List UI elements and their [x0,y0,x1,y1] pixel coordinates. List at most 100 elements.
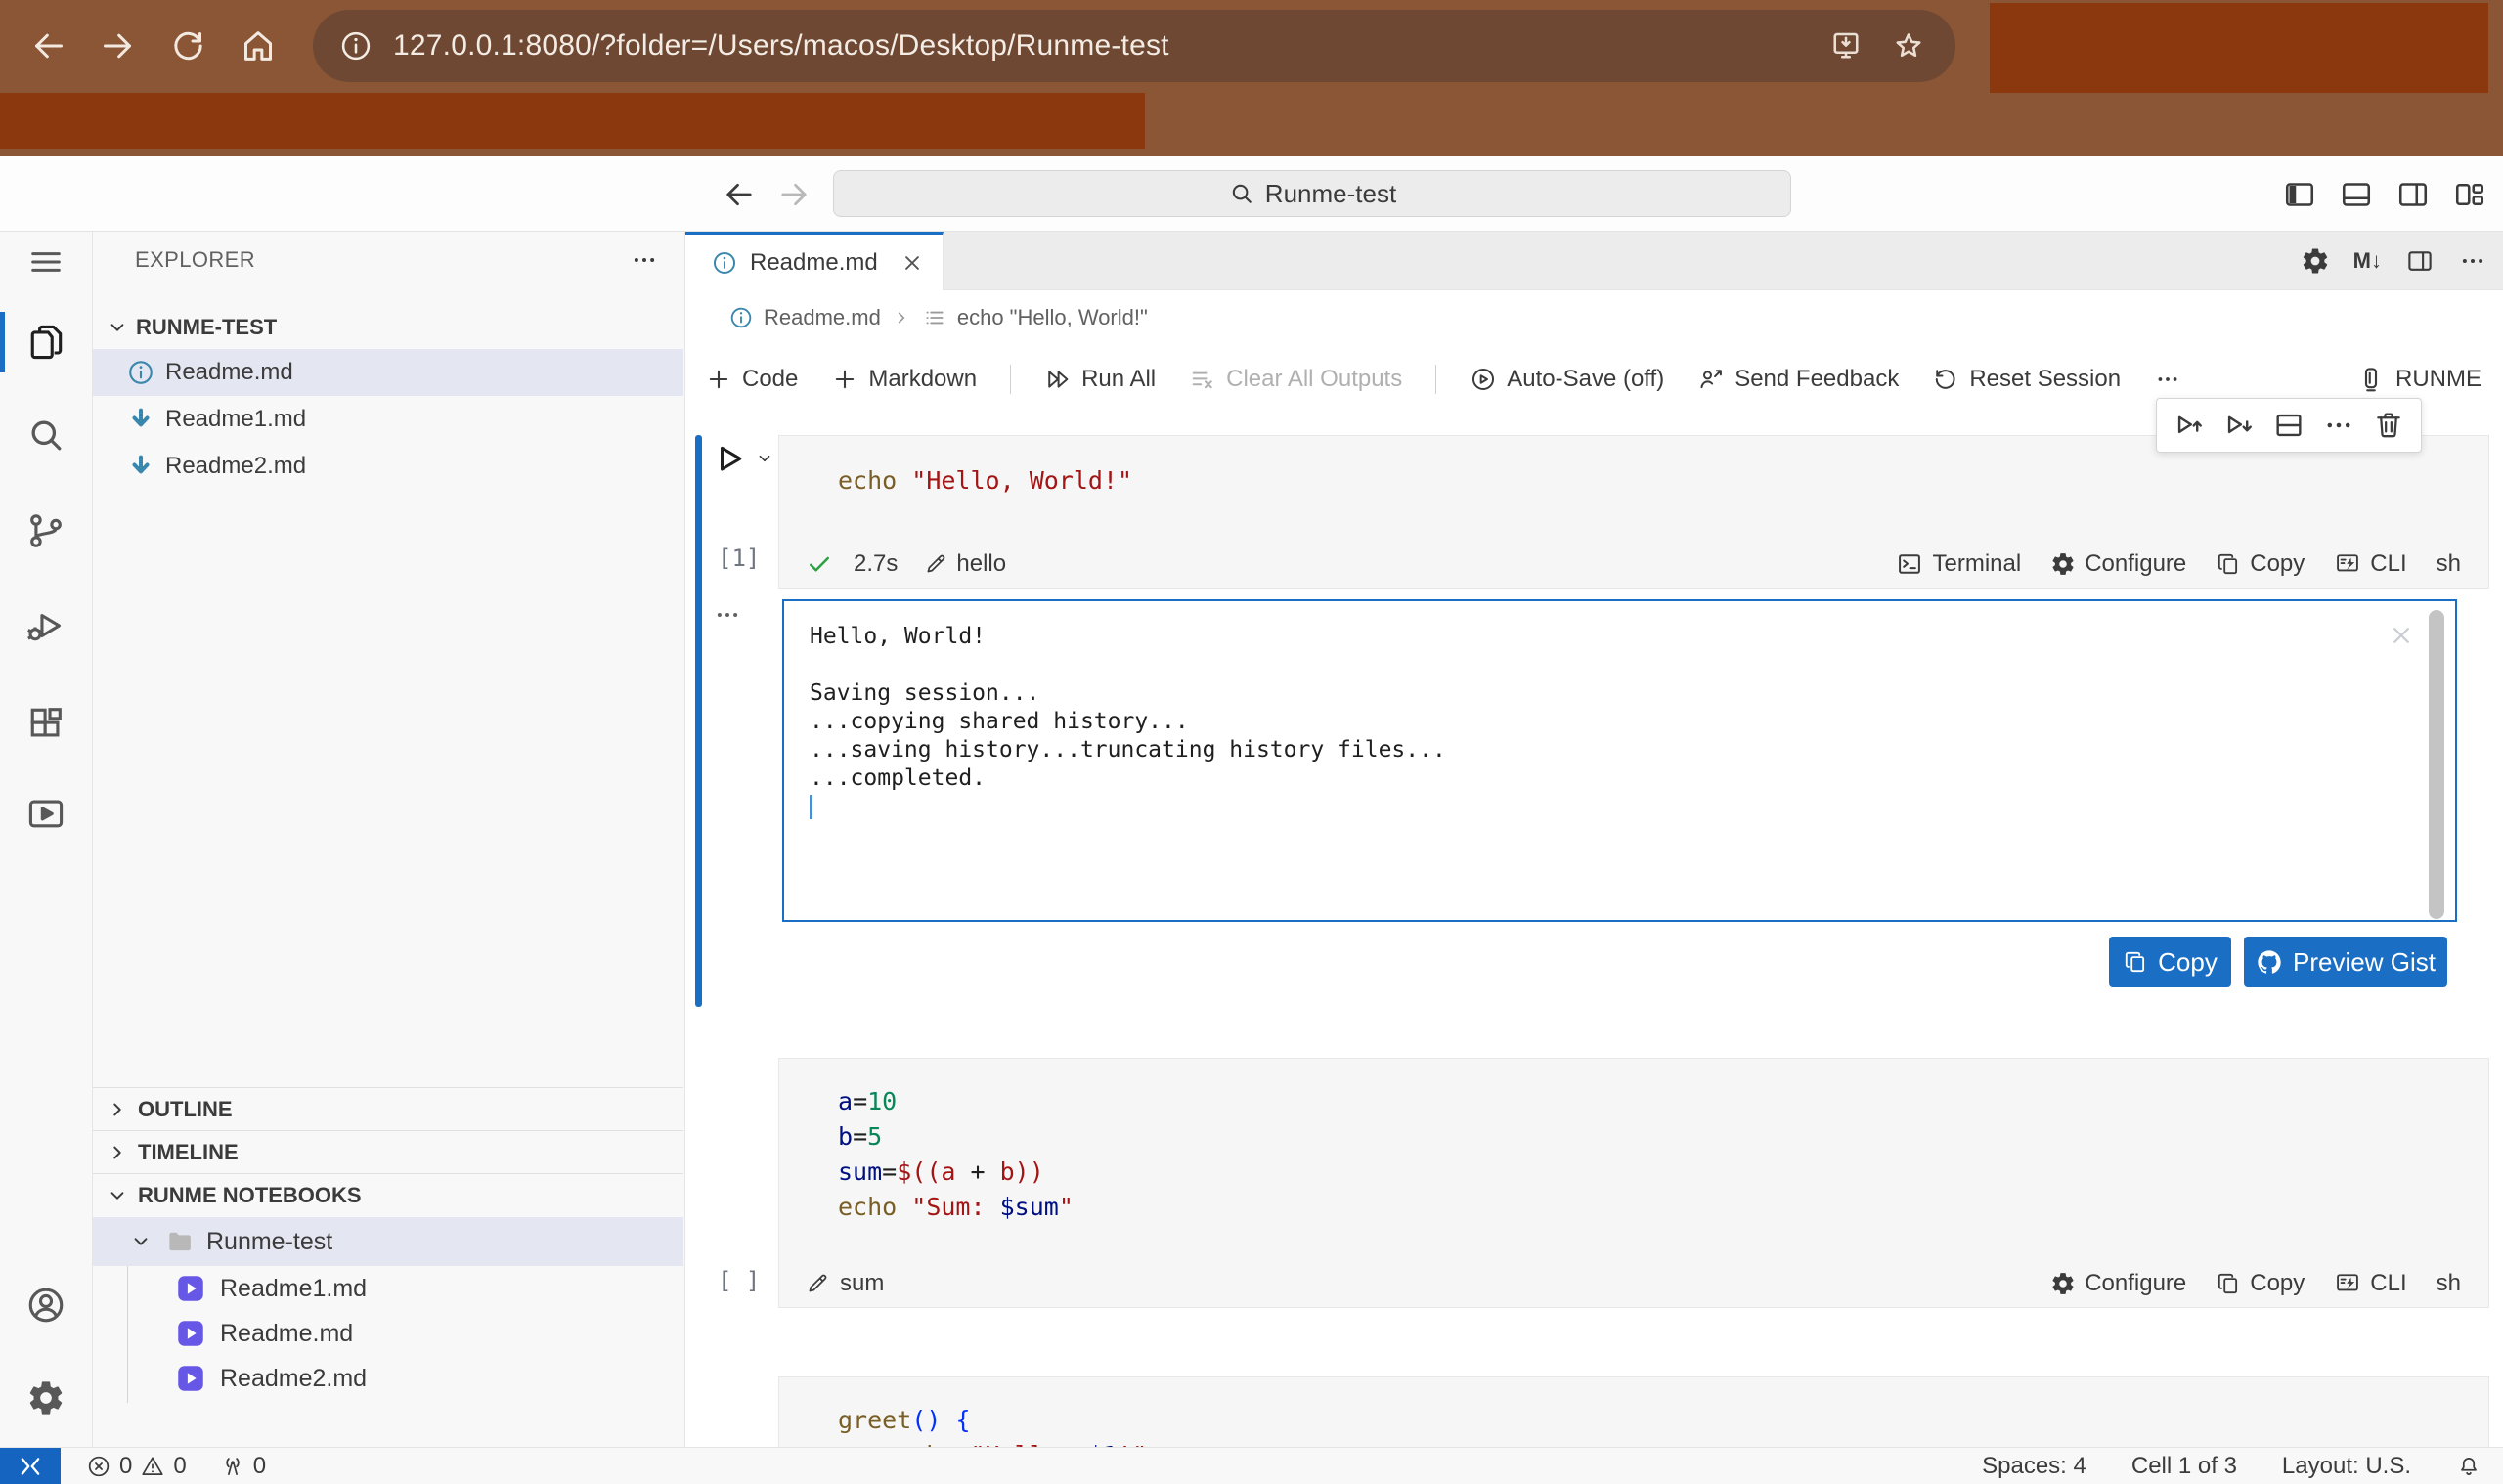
problems-indicator[interactable]: 0 0 [86,1453,187,1480]
search-view-icon[interactable] [0,400,92,470]
cli-action[interactable]: CLI [2334,550,2406,578]
spaces-indicator[interactable]: Spaces: 4 [1982,1453,2086,1480]
settings-gear-icon[interactable] [0,1363,92,1433]
code-line[interactable]: sum=$((a + b)) [838,1155,2488,1190]
add-code-button[interactable]: Code [705,366,798,393]
cli-action[interactable]: CLI [2334,1270,2406,1297]
run-debug-view-icon[interactable] [0,590,92,661]
breadcrumb-cell[interactable]: echo "Hello, World!" [957,305,1148,330]
notebook-item-readme[interactable]: Readme.md [93,1311,683,1356]
titlebar: Runme-test [0,156,2503,232]
preview-gist-button[interactable]: Preview Gist [2244,937,2447,987]
split-editor-icon[interactable] [2405,246,2435,276]
browser-forward-icon[interactable] [98,26,137,65]
bookmark-star-icon[interactable] [1891,28,1926,64]
search-icon [1228,180,1255,207]
run-all-button[interactable]: Run All [1044,366,1156,393]
code-line[interactable]: a=10 [838,1084,2488,1119]
toggle-secondary-sidebar-icon[interactable] [2395,177,2431,212]
pencil-icon[interactable] [805,1271,830,1296]
output-close-icon[interactable] [2387,621,2416,650]
menu-icon[interactable] [0,232,92,292]
timeline-section[interactable]: TIMELINE [93,1130,683,1173]
copy-action[interactable]: Copy [2216,550,2305,578]
explorer-more-actions-icon[interactable] [630,245,659,275]
runme-view-icon[interactable] [0,778,92,849]
code-cell-3[interactable]: greet() { echo "Hello, $1!" [778,1376,2489,1447]
code-cell-1[interactable]: echo "Hello, World!" 2.7s hello Terminal… [778,435,2489,589]
toggle-panel-icon[interactable] [2339,177,2374,212]
auto-save-button[interactable]: Auto-Save (off) [1470,366,1664,393]
execute-below-icon[interactable] [2222,409,2256,442]
ports-indicator[interactable]: 0 [220,1453,266,1480]
url-text[interactable]: 127.0.0.1:8080/?folder=/Users/macos/Desk… [393,29,1169,63]
toolbar-more-actions-icon[interactable] [2154,366,2181,393]
notebook-settings-gear-icon[interactable] [2301,246,2330,276]
source-control-view-icon[interactable] [0,496,92,566]
account-icon[interactable] [0,1270,92,1340]
install-app-icon[interactable] [1828,28,1864,64]
cell-output-terminal[interactable]: Hello, World! Saving session... ...copyi… [782,599,2457,922]
editor-more-actions-icon[interactable] [2458,246,2487,276]
site-info-icon[interactable] [338,28,373,64]
markdown-preview-icon[interactable]: M↓ [2353,248,2382,274]
output-collapse-icon[interactable] [713,600,742,630]
code-cell-2[interactable]: a=10 b=5 sum=$((a + b)) echo "Sum: $sum"… [778,1058,2489,1308]
info-icon [728,305,754,330]
remote-indicator[interactable] [0,1448,61,1484]
output-line: ...copying shared history... [810,708,2455,736]
tab-readme[interactable]: Readme.md [685,232,944,290]
browser-address-bar[interactable]: 127.0.0.1:8080/?folder=/Users/macos/Desk… [313,10,1955,82]
notebook-item-readme2[interactable]: Readme2.md [93,1356,683,1401]
cell-name[interactable]: hello [956,550,1006,578]
send-feedback-button[interactable]: Send Feedback [1697,366,1899,393]
clear-all-outputs-button[interactable]: Clear All Outputs [1189,366,1402,393]
customize-layout-icon[interactable] [2452,177,2487,212]
workspace-root[interactable]: RUNME-TEST [93,308,683,347]
code-line[interactable]: greet() { [838,1403,2488,1438]
notifications-bell-icon[interactable] [2456,1454,2481,1479]
layout-indicator[interactable]: Layout: U.S. [2282,1453,2411,1480]
browser-back-icon[interactable] [29,26,68,65]
tab-close-icon[interactable] [900,250,925,276]
copy-button[interactable]: Copy [2109,937,2231,987]
browser-home-icon[interactable] [239,26,278,65]
configure-action[interactable]: Configure [2050,1270,2186,1297]
reset-session-button[interactable]: Reset Session [1932,366,2121,393]
delete-cell-icon[interactable] [2372,409,2405,442]
file-item-readme2[interactable]: Readme2.md [93,443,683,490]
output-line [810,651,2455,679]
code-line[interactable]: echo "Sum: $sum" [838,1190,2488,1225]
copy-action[interactable]: Copy [2216,1270,2305,1297]
extensions-view-icon[interactable] [0,688,92,759]
command-center[interactable]: Runme-test [833,170,1791,217]
cell-more-actions-icon[interactable] [2322,409,2355,442]
run-cell-button[interactable] [710,440,749,479]
output-line: Hello, World! [810,623,2455,651]
toggle-sidebar-icon[interactable] [2282,177,2317,212]
file-item-readme1[interactable]: Readme1.md [93,396,683,443]
execute-above-icon[interactable] [2173,409,2206,442]
breadcrumb-file[interactable]: Readme.md [764,305,881,330]
terminal-action[interactable]: Terminal [1896,550,2021,578]
add-markdown-button[interactable]: Markdown [831,366,977,393]
history-back-icon[interactable] [722,177,757,212]
output-scrollbar[interactable] [2429,610,2444,919]
cell-name[interactable]: sum [840,1270,884,1297]
code-line[interactable]: b=5 [838,1119,2488,1155]
outline-section[interactable]: OUTLINE [93,1087,683,1130]
file-item-readme[interactable]: Readme.md [93,349,683,396]
notebook-folder-runme-test[interactable]: Runme-test [93,1217,683,1266]
code-line[interactable]: echo "Hello, $1!" [838,1438,2488,1447]
notebook-item-readme1[interactable]: Readme1.md [93,1266,683,1311]
code-line[interactable]: echo "Hello, World!" [838,463,2488,499]
browser-reload-icon[interactable] [168,26,207,65]
run-options-chevron-icon[interactable] [754,448,775,469]
cell-position-indicator[interactable]: Cell 1 of 3 [2131,1453,2237,1480]
history-forward-icon[interactable] [776,177,812,212]
runme-notebooks-section[interactable]: RUNME NOTEBOOKS [93,1173,683,1217]
configure-action[interactable]: Configure [2050,550,2186,578]
pencil-icon[interactable] [923,551,948,577]
split-cell-icon[interactable] [2272,409,2305,442]
explorer-view-icon[interactable] [0,307,92,377]
